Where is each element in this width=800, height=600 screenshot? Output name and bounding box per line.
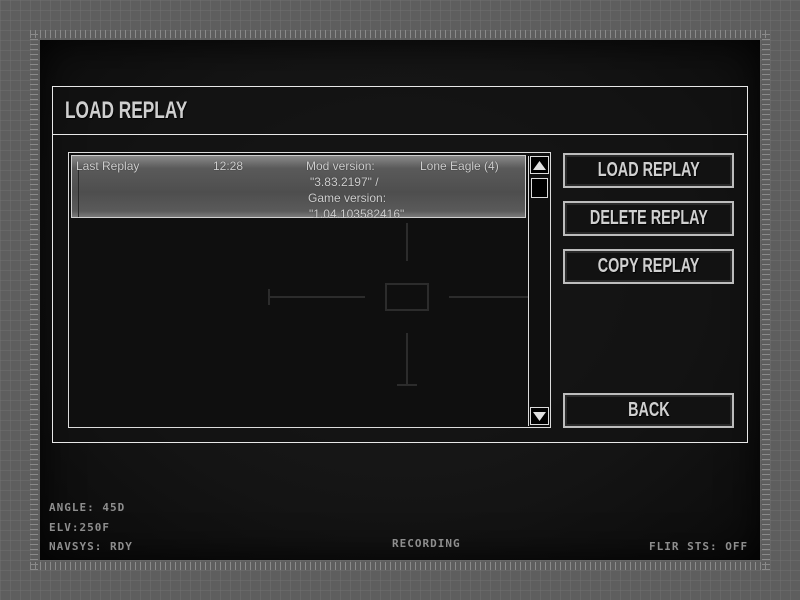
mod-version-label: Mod version: (306, 159, 375, 173)
scroll-thumb[interactable] (531, 178, 548, 198)
top-ruler (30, 30, 770, 38)
delete-replay-button[interactable]: DELETE REPLAY (563, 201, 734, 236)
title-divider (53, 134, 747, 135)
dialog-title: LOAD REPLAY (65, 97, 188, 124)
hud-angle: ANGLE: 45D (49, 501, 126, 514)
left-ruler (30, 30, 38, 570)
game-version-value: "1.04.103582416" (309, 207, 405, 221)
replay-time: 12:28 (213, 159, 244, 173)
load-replay-button[interactable]: LOAD REPLAY (563, 153, 734, 188)
delete-replay-label: DELETE REPLAY (589, 207, 708, 229)
hud-elevation: ELV:250F (49, 521, 110, 534)
row-marker (78, 170, 79, 217)
triangle-up-icon (533, 160, 546, 170)
bottom-ruler (30, 562, 770, 570)
hud-navsys: NAVSYS: RDY (49, 540, 133, 553)
right-ruler (762, 30, 770, 570)
scroll-up-button[interactable] (530, 156, 549, 174)
copy-replay-button[interactable]: COPY REPLAY (563, 249, 734, 284)
replay-list[interactable]: Last Replay 12:28 Mod version: "3.83.219… (68, 152, 551, 428)
replay-row[interactable]: Last Replay 12:28 Mod version: "3.83.219… (71, 155, 526, 221)
load-replay-label: LOAD REPLAY (597, 159, 700, 181)
scroll-down-button[interactable] (530, 407, 549, 425)
back-button[interactable]: BACK (563, 393, 734, 428)
replay-name: Last Replay (76, 159, 140, 173)
replay-list-scrollbar[interactable] (528, 156, 550, 426)
triangle-down-icon (533, 411, 546, 421)
hud-recording: RECORDING (392, 537, 461, 550)
back-label: BACK (627, 399, 670, 421)
replay-aircraft: Lone Eagle (4) (420, 159, 499, 173)
copy-replay-label: COPY REPLAY (597, 255, 700, 277)
game-version-label: Game version: (308, 191, 387, 205)
hud-flir-status: FLIR STS: OFF (649, 540, 749, 553)
mod-version-value: "3.83.2197" / (310, 175, 379, 189)
